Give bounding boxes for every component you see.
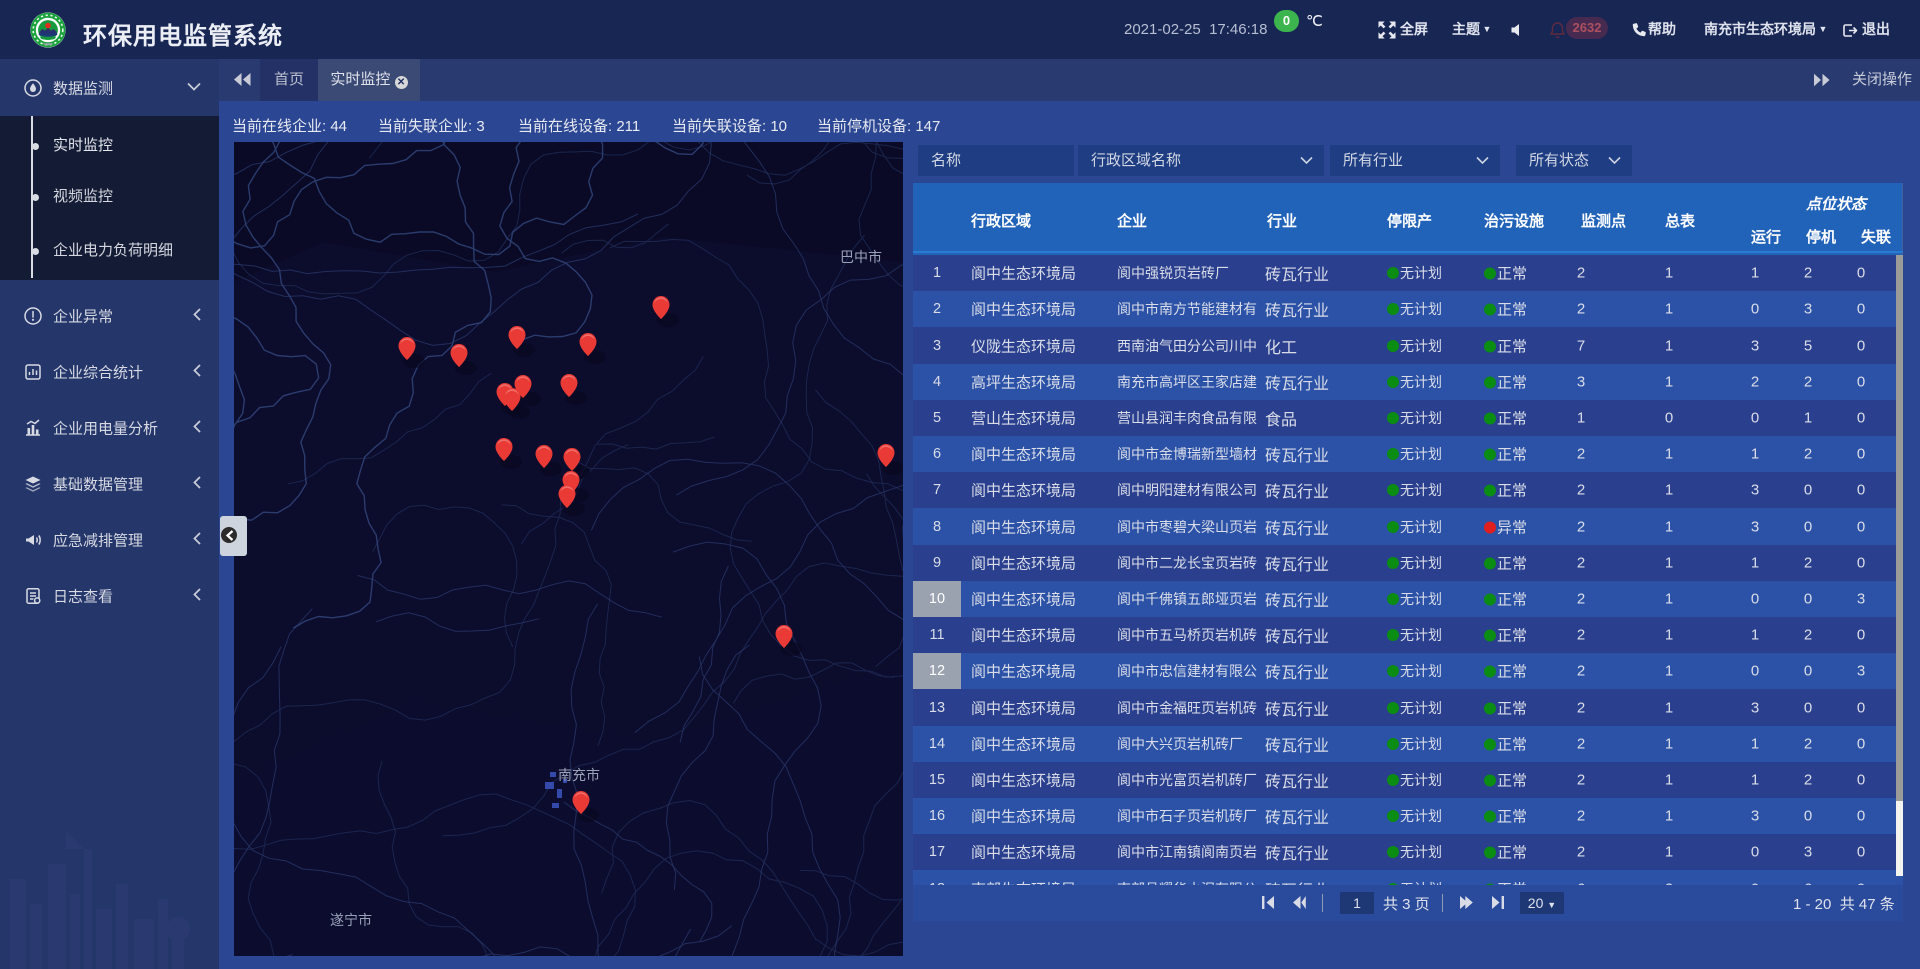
svg-text:遂宁市: 遂宁市 [330, 912, 372, 928]
svg-text:巴中市: 巴中市 [840, 249, 882, 265]
svg-text:南充市: 南充市 [558, 767, 600, 783]
